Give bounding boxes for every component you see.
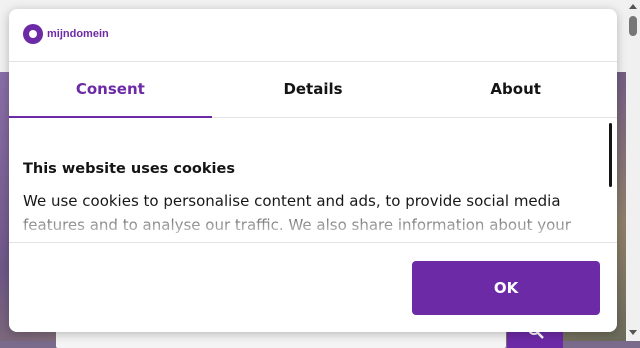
scroll-down-arrow-icon[interactable] <box>629 330 637 335</box>
cookie-consent-dialog: mijndomein Consent Details About This we… <box>9 9 617 332</box>
page-scrollbar[interactable] <box>626 0 640 341</box>
content-fade-overlay <box>9 202 617 242</box>
scroll-up-arrow-icon[interactable] <box>629 4 637 9</box>
logo-icon <box>23 24 43 44</box>
content-scrollbar-thumb[interactable] <box>609 123 612 187</box>
brand-logo: mijndomein <box>23 24 109 44</box>
ok-button[interactable]: OK <box>412 261 600 315</box>
consent-tabs: Consent Details About <box>9 62 617 118</box>
consent-content[interactable]: This website uses cookies We use cookies… <box>9 118 617 243</box>
scrollbar-thumb[interactable] <box>629 16 637 36</box>
tab-consent[interactable]: Consent <box>9 62 212 118</box>
tab-details[interactable]: Details <box>212 62 415 117</box>
logo-text: mijndomein <box>47 28 109 40</box>
consent-title: This website uses cookies <box>23 161 235 177</box>
dialog-header: mijndomein <box>9 9 617 62</box>
tab-about[interactable]: About <box>414 62 617 117</box>
